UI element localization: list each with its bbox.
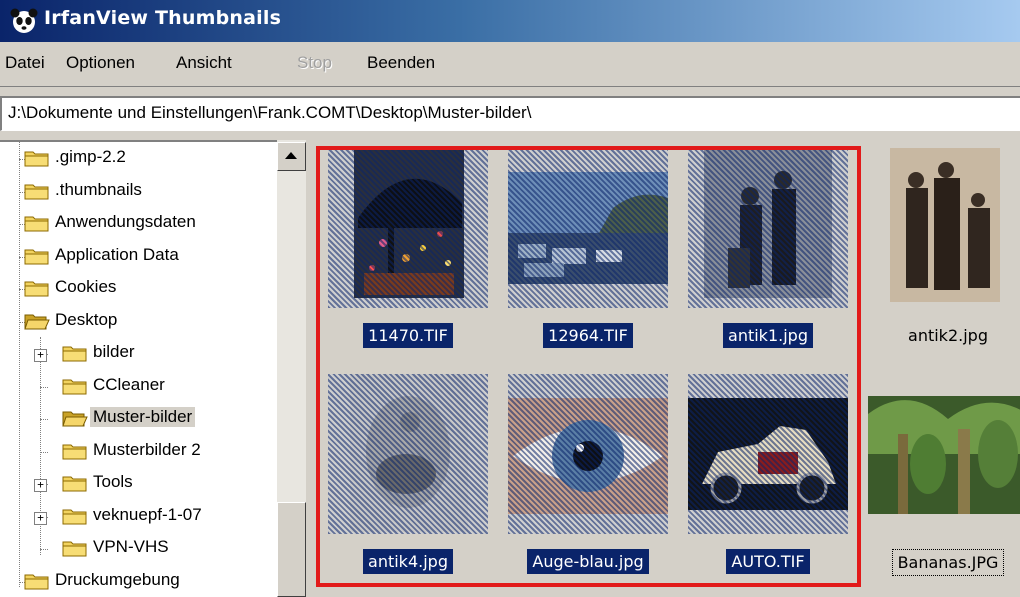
folder-icon (62, 379, 87, 394)
thumbnail-label: Auge-blau.jpg (527, 549, 649, 574)
thumbnail-auto[interactable]: AUTO.TIF (688, 374, 848, 589)
tree-item-label: .gimp-2.2 (55, 147, 126, 166)
thumbnail-label: antik2.jpg (908, 326, 988, 345)
thumbnail-image (868, 148, 1020, 308)
menu-datei[interactable]: Datei (5, 53, 45, 73)
thumbnail-label: Bananas.JPG (891, 549, 1005, 576)
tree-connector (40, 419, 48, 420)
scroll-thumb[interactable] (277, 502, 306, 597)
selection-overlay (688, 374, 848, 534)
tree-item-label: veknuepf-1-07 (93, 504, 202, 524)
tree-item-label: VPN-VHS (93, 537, 169, 556)
thumbnail-label: 11470.TIF (363, 323, 453, 348)
thumbnail-label: 12964.TIF (543, 323, 633, 348)
tree-connector (19, 142, 20, 587)
folder-icon (24, 151, 49, 167)
menu-bar: Datei Optionen Ansicht Stop Beenden (0, 42, 1020, 87)
folder-icon (24, 216, 49, 232)
folder-tree[interactable]: .gimp-2.2 .thumbnails Anwendungsdaten Appli… (0, 140, 306, 597)
title-bar[interactable]: IrfanView Thumbnails (0, 0, 1020, 42)
folder-icon (62, 541, 87, 557)
tree-item-label: Application Data (55, 244, 179, 264)
thumbnail-label: AUTO.TIF (726, 549, 810, 574)
thumbnail-pane: 11470.TIF 12964.TIF antik1.jpg antik2.jp… (312, 140, 1020, 595)
folder-icon (24, 281, 49, 297)
thumbnail-11470[interactable]: 11470.TIF (328, 148, 488, 363)
tree-item-label: Muster-bilder (90, 407, 196, 427)
thumbnail-antik1[interactable]: antik1.jpg (688, 148, 848, 363)
tree-connector (40, 386, 48, 388)
thumbnail-label: antik4.jpg (363, 549, 453, 574)
folder-icon (62, 476, 87, 492)
folder-icon (24, 574, 49, 589)
selection-overlay (508, 148, 668, 308)
tree-item-label: Tools (93, 472, 133, 491)
tree-item-label: Druckumgebung (55, 569, 180, 589)
tree-item-label: Desktop (55, 309, 118, 329)
menu-optionen[interactable]: Optionen (66, 53, 135, 73)
expand-toggle-icon[interactable]: + (34, 479, 47, 492)
menu-beenden[interactable]: Beenden (367, 53, 435, 73)
path-text: J:\Dokumente und Einstellungen\Frank.COM… (8, 103, 532, 122)
tree-item-label: Anwendungsdaten (55, 212, 196, 231)
window-title: IrfanView Thumbnails (44, 7, 282, 29)
selection-overlay (688, 148, 848, 308)
tree-item-label: Musterbilder 2 (93, 439, 201, 459)
irfanview-panda-icon (10, 8, 38, 33)
scroll-up-button[interactable] (277, 142, 306, 171)
folder-icon (62, 509, 87, 524)
thumbnail-auge-blau[interactable]: Auge-blau.jpg (508, 374, 668, 589)
menu-stop: Stop (297, 53, 332, 72)
selection-overlay (508, 374, 668, 534)
selection-overlay (328, 374, 488, 534)
tree-item-label: .thumbnails (55, 179, 142, 199)
folder-icon (24, 249, 49, 264)
tree-item-label: Cookies (55, 277, 117, 296)
folder-icon (24, 184, 49, 199)
folder-icon (62, 444, 87, 459)
selection-overlay (328, 148, 488, 308)
path-field[interactable]: J:\Dokumente und Einstellungen\Frank.COM… (0, 96, 1020, 131)
tree-item-label: bilder (93, 342, 135, 361)
thumbnail-12964[interactable]: 12964.TIF (508, 148, 668, 363)
expand-toggle-icon[interactable]: + (34, 511, 47, 525)
tree-scrollbar[interactable] (277, 140, 306, 597)
folder-open-icon (24, 314, 50, 329)
folder-open-icon (62, 411, 88, 427)
thumbnail-image (868, 374, 1020, 534)
tree-item-label: CCleaner (93, 374, 165, 394)
tree-connector (40, 451, 48, 453)
thumbnail-label: antik1.jpg (723, 323, 813, 348)
thumbnail-bananas[interactable]: Bananas.JPG (868, 374, 1020, 589)
thumbnail-antik4[interactable]: antik4.jpg (328, 374, 488, 589)
menu-ansicht[interactable]: Ansicht (176, 53, 232, 73)
tree-connector (40, 549, 48, 550)
folder-icon (62, 346, 87, 362)
thumbnail-antik2[interactable]: antik2.jpg (868, 148, 1020, 363)
expand-toggle-icon[interactable]: + (34, 349, 47, 362)
